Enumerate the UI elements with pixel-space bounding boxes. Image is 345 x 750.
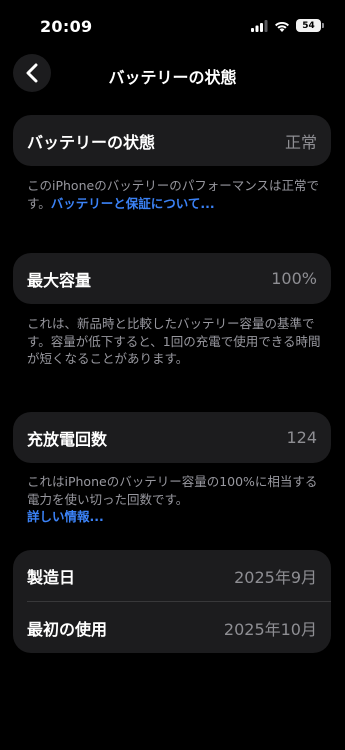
max-capacity-note: これは、新品時と比較したバッテリー容量の基準です。容量が低下すると、1回の充電で… <box>27 316 321 366</box>
cellular-signal-icon <box>251 19 268 32</box>
cycle-count-value: 124 <box>286 428 317 447</box>
wifi-icon <box>275 21 289 32</box>
max-capacity-label: 最大容量 <box>27 270 92 290</box>
nav-bar: バッテリーの状態 <box>0 54 345 94</box>
cycle-count-description: これはiPhoneのバッテリー容量の100%に相当する電力を使い切った回数です。 <box>27 474 318 507</box>
cycle-count-card: 充放電回数 124 <box>13 412 331 463</box>
first-use-row: 最初の使用 2025年10月 <box>13 602 331 653</box>
cycle-count-row: 充放電回数 124 <box>13 412 331 463</box>
battery-icon: 54 <box>296 19 324 32</box>
max-capacity-card: 最大容量 100% <box>13 253 331 304</box>
manufacture-date-row: 製造日 2025年9月 <box>13 550 331 601</box>
max-capacity-row: 最大容量 100% <box>13 253 331 304</box>
manufacture-date-label: 製造日 <box>27 567 76 587</box>
battery-warranty-link[interactable]: バッテリーと保証について... <box>51 196 215 211</box>
battery-health-row: バッテリーの状態 正常 <box>13 115 331 166</box>
cycle-count-label: 充放電回数 <box>27 429 108 449</box>
battery-health-label: バッテリーの状態 <box>27 132 156 152</box>
max-capacity-value: 100% <box>271 269 317 288</box>
status-time: 20:09 <box>40 17 93 36</box>
status-bar: 20:09 54 <box>0 0 345 56</box>
dates-card: 製造日 2025年9月 最初の使用 2025年10月 <box>13 550 331 653</box>
cycle-count-note: これはiPhoneのバッテリー容量の100%に相当する電力を使い切った回数です。… <box>27 473 327 526</box>
battery-health-value: 正常 <box>284 132 317 152</box>
manufacture-date-value: 2025年9月 <box>234 567 317 587</box>
battery-health-card: バッテリーの状態 正常 <box>13 115 331 166</box>
page-title: バッテリーの状態 <box>108 68 237 87</box>
battery-level: 54 <box>302 20 315 31</box>
battery-health-note: このiPhoneのバッテリーのパフォーマンスは正常です。バッテリーと保証について… <box>27 177 327 212</box>
learn-more-link[interactable]: 詳しい情報... <box>27 509 104 524</box>
status-icons: 54 <box>251 19 324 32</box>
first-use-value: 2025年10月 <box>223 619 317 639</box>
first-use-label: 最初の使用 <box>27 619 108 639</box>
